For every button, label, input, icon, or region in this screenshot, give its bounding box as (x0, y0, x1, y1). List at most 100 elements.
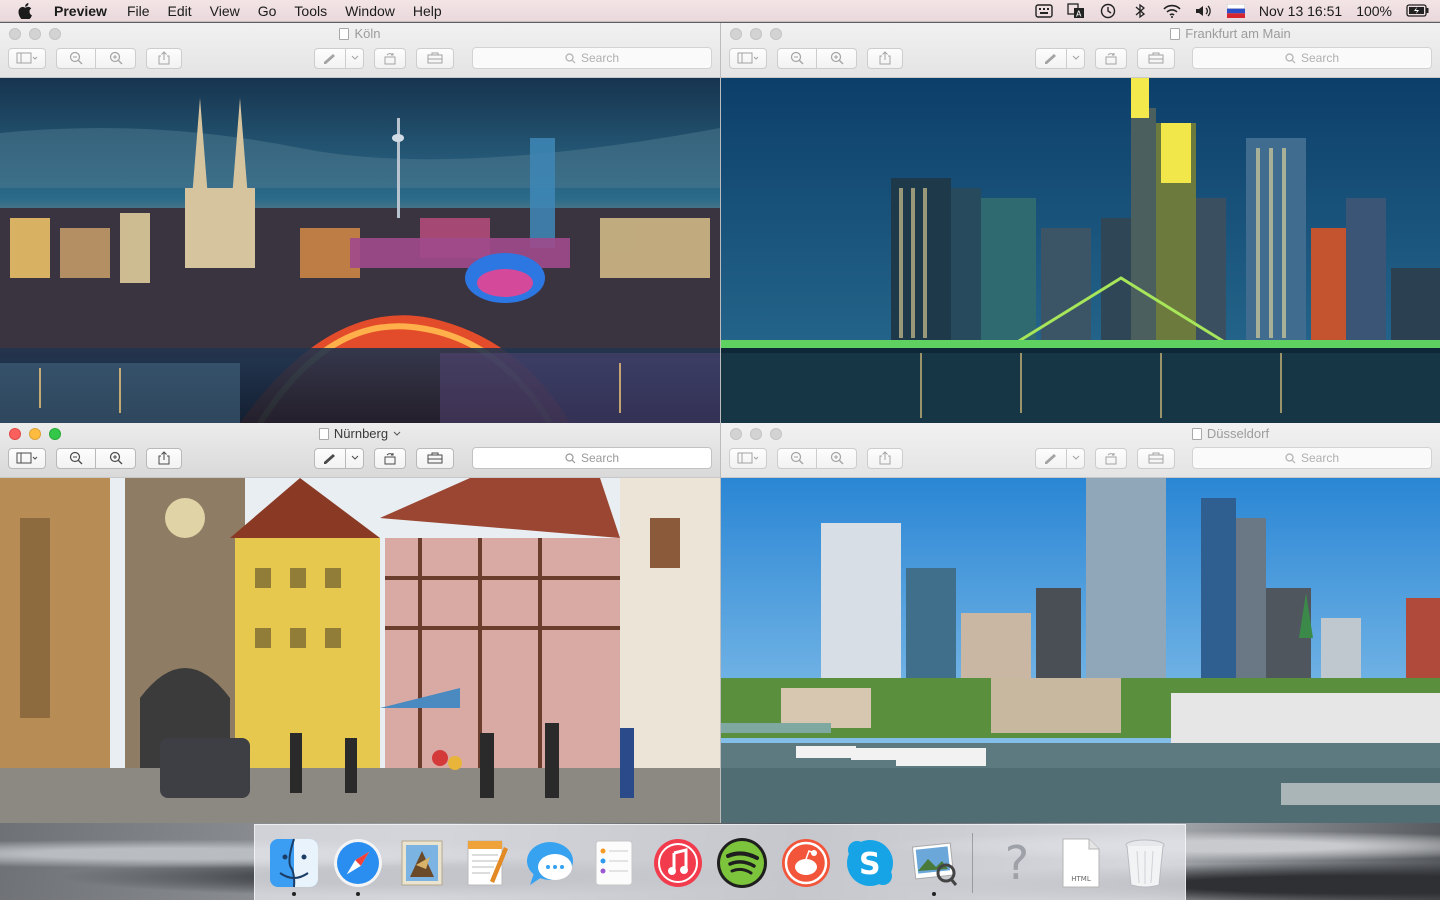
dock-reddit-app[interactable] (774, 829, 838, 897)
volume-icon[interactable] (1195, 3, 1213, 19)
apple-menu-icon[interactable] (18, 2, 36, 19)
rotate-icon (384, 453, 396, 465)
dusseldorf-skyline-photo (721, 478, 1440, 823)
toolbox-button[interactable] (416, 47, 454, 69)
rotate-button[interactable] (374, 447, 406, 469)
dock-finder[interactable] (262, 829, 326, 897)
zoom-in-button[interactable] (96, 47, 136, 69)
toolbox-button[interactable] (416, 447, 454, 469)
dock-itunes[interactable] (646, 829, 710, 897)
reddit-app-icon (782, 838, 830, 887)
rotate-icon (1105, 453, 1117, 465)
dock-spotify[interactable] (710, 829, 774, 897)
sidebar-toggle-button[interactable] (8, 47, 46, 69)
dock-skype[interactable]: S (838, 829, 902, 897)
zoom-out-button[interactable] (56, 447, 96, 469)
search-field[interactable]: Search (1192, 47, 1432, 69)
toolbox-icon (427, 52, 443, 64)
rotate-button[interactable] (1095, 447, 1127, 469)
markup-pen-button[interactable] (1035, 47, 1067, 69)
close-button[interactable] (730, 428, 742, 440)
menu-app-name[interactable]: Preview (54, 3, 107, 19)
rotate-button[interactable] (374, 47, 406, 69)
toolbox-icon (427, 452, 443, 464)
menu-go[interactable]: Go (258, 3, 277, 19)
dock-reminders[interactable] (582, 829, 646, 897)
markup-pen-button[interactable] (314, 47, 346, 69)
zoom-button[interactable] (770, 28, 782, 40)
markup-menu-button[interactable] (1067, 447, 1085, 469)
menu-help[interactable]: Help (413, 3, 442, 19)
zoom-in-button[interactable] (817, 47, 857, 69)
search-field[interactable]: Search (472, 47, 712, 69)
window-titlebar[interactable]: Düsseldorf Search (721, 423, 1440, 478)
zoom-out-button[interactable] (777, 447, 817, 469)
zoom-in-button[interactable] (817, 447, 857, 469)
dock-messages[interactable] (518, 829, 582, 897)
dock-html-file[interactable]: HTML (1049, 829, 1113, 897)
bluetooth-icon[interactable] (1131, 3, 1149, 19)
markup-menu-button[interactable] (346, 47, 364, 69)
clock-datetime[interactable]: Nov 13 16:51 (1259, 3, 1342, 19)
rotate-icon (1105, 53, 1117, 65)
menu-tools[interactable]: Tools (294, 3, 327, 19)
input-source-flag-icon[interactable] (1226, 3, 1245, 19)
dock-separator (972, 832, 973, 893)
share-button[interactable] (867, 447, 903, 469)
window-title[interactable]: Nürnberg (334, 426, 388, 441)
chevron-down-icon (1072, 455, 1079, 460)
markup-pen-button[interactable] (314, 447, 346, 469)
share-button[interactable] (146, 447, 182, 469)
sidebar-toggle-button[interactable] (729, 47, 767, 69)
document-icon (339, 27, 350, 40)
spotify-icon (717, 837, 767, 888)
menu-edit[interactable]: Edit (168, 3, 192, 19)
window-titlebar[interactable]: Frankfurt am Main Search (721, 23, 1440, 78)
title-chevron-down-icon[interactable] (393, 431, 401, 437)
sidebar-toggle-button[interactable] (729, 447, 767, 469)
share-button[interactable] (867, 47, 903, 69)
minimize-button[interactable] (750, 428, 762, 440)
menu-file[interactable]: File (127, 3, 150, 19)
keyboard-viewer-icon[interactable] (1035, 3, 1053, 19)
menu-window[interactable]: Window (345, 3, 395, 19)
wifi-icon[interactable] (1163, 3, 1181, 19)
search-field[interactable]: Search (1192, 447, 1432, 469)
dock-pages[interactable] (454, 829, 518, 897)
zoom-out-button[interactable] (777, 47, 817, 69)
pen-icon (1045, 454, 1056, 464)
minimize-button[interactable] (750, 28, 762, 40)
dock-unknown-app[interactable]: ? (985, 829, 1049, 897)
battery-percent[interactable]: 100% (1356, 3, 1392, 19)
dock-safari[interactable] (326, 829, 390, 897)
zoom-in-button[interactable] (96, 447, 136, 469)
sidebar-toggle-button[interactable] (8, 447, 46, 469)
window-titlebar[interactable]: Köln Search (0, 23, 720, 78)
markup-menu-button[interactable] (346, 447, 364, 469)
window-titlebar[interactable]: Nürnberg Search (0, 423, 720, 478)
zoom-out-button[interactable] (56, 47, 96, 69)
time-machine-icon[interactable] (1099, 3, 1117, 19)
menu-view[interactable]: View (210, 3, 240, 19)
zoom-out-icon (790, 451, 804, 465)
markup-pen-button[interactable] (1035, 447, 1067, 469)
toolbox-button[interactable] (1137, 47, 1175, 69)
dock-preview[interactable] (902, 829, 966, 897)
search-field[interactable]: Search (472, 447, 712, 469)
share-button[interactable] (146, 47, 182, 69)
markup-menu-button[interactable] (1067, 47, 1085, 69)
battery-icon[interactable] (1406, 3, 1430, 19)
close-button[interactable] (730, 28, 742, 40)
svg-text:S: S (859, 847, 881, 882)
toolbox-button[interactable] (1137, 447, 1175, 469)
search-placeholder: Search (1300, 51, 1340, 65)
translate-icon[interactable]: A (1067, 2, 1085, 19)
rotate-button[interactable] (1095, 47, 1127, 69)
preview-window-koln: Köln Search (0, 23, 720, 423)
dock-mail[interactable] (390, 829, 454, 897)
document-icon (1170, 27, 1181, 40)
zoom-button[interactable] (770, 428, 782, 440)
dock-trash[interactable] (1113, 829, 1177, 897)
zoom-in-icon (830, 451, 843, 465)
pen-icon (324, 54, 335, 64)
